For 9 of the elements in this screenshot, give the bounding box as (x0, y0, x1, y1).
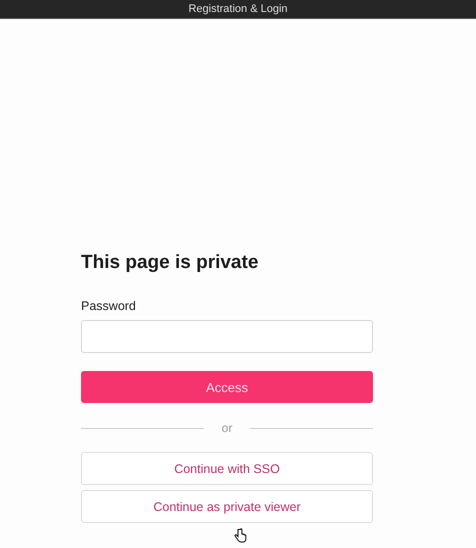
window-title: Registration & Login (188, 2, 288, 16)
continue-button[interactable]: Continue with SSO (81, 452, 373, 485)
password-label: Password (81, 299, 136, 313)
cursor-icon (234, 528, 247, 543)
continue-button[interactable]: Continue as private viewer (81, 490, 373, 523)
divider-label: or (222, 421, 232, 435)
password-field[interactable] (81, 320, 373, 353)
access-button[interactable]: Access (81, 371, 373, 403)
page-heading: This page is private (81, 251, 260, 275)
